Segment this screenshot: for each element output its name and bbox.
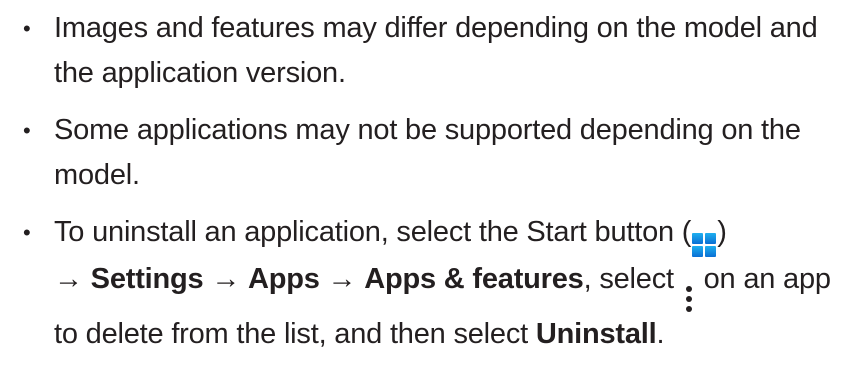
arrow-2: → [203,263,248,295]
note-uninstall-instructions: • To uninstall an application, select th… [18,210,838,357]
bullet: • [23,16,31,41]
note-app-support: • Some applications may not be supported… [18,108,838,198]
note-model-differences: • Images and features may differ dependi… [18,6,838,96]
note-text-part-5: . [656,318,665,350]
note-text-part-2: ) [717,216,727,248]
arrow-1: → [54,263,91,295]
note-text: Some applications may not be supported d… [54,114,801,191]
bullet: • [23,118,31,143]
note-text-part-1: To uninstall an application, select the … [54,216,692,248]
notes-list: • Images and features may differ dependi… [18,6,838,369]
settings-path-label: Settings [90,263,204,295]
apps-path-label: Apps [248,263,320,295]
vertical-ellipsis-icon [684,286,694,312]
note-text-part-3: , select [583,263,682,295]
note-text: Images and features may differ depending… [54,12,818,89]
apps-features-path-label: Apps & features [364,263,584,295]
windows-start-icon [692,233,717,257]
uninstall-label: Uninstall [535,318,657,350]
arrow-3: → [319,263,365,295]
bullet: • [23,220,31,245]
